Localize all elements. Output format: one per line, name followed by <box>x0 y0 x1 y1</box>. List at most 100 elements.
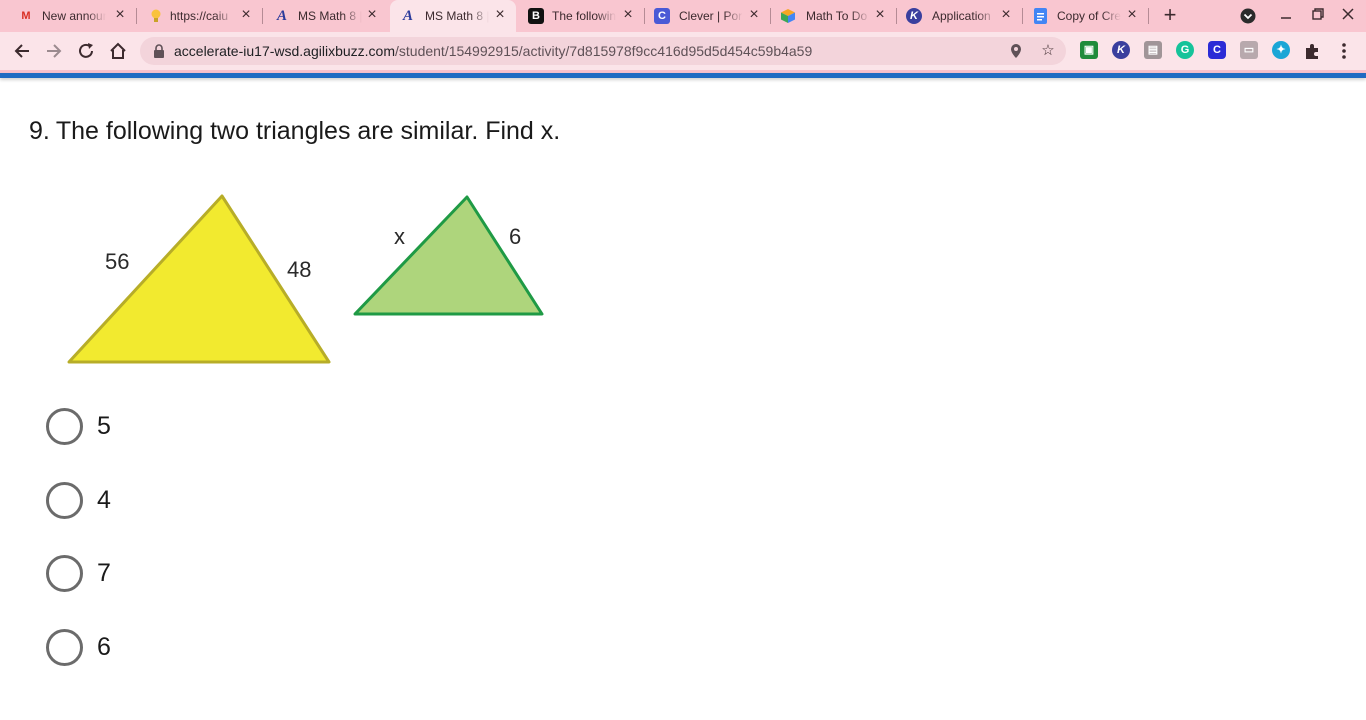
radio-button[interactable] <box>46 407 83 445</box>
tab-separator <box>1148 8 1149 24</box>
radio-button[interactable] <box>46 481 83 519</box>
browser-toolbar: accelerate-iu17-wsd.agilixbuzz.com/stude… <box>0 32 1366 70</box>
k-icon: K <box>906 8 922 24</box>
cube-icon <box>780 8 796 24</box>
back-button[interactable] <box>10 39 34 63</box>
answer-option[interactable]: 7 <box>46 554 111 592</box>
radio-button[interactable] <box>46 554 83 592</box>
lock-icon[interactable] <box>152 43 168 59</box>
small-triangle <box>353 195 544 316</box>
small-left-side-label: x <box>394 224 405 249</box>
tab-caiu[interactable]: https://caiu × <box>136 0 262 32</box>
header-accent-bar <box>0 73 1366 78</box>
question-number: 9. <box>29 117 50 145</box>
gmail-icon: M <box>21 10 31 22</box>
cast-extension-icon[interactable]: ▭ <box>1240 41 1258 59</box>
small-right-side-label: 6 <box>509 224 522 249</box>
address-bar[interactable]: accelerate-iu17-wsd.agilixbuzz.com/stude… <box>140 37 1066 65</box>
docs-icon <box>1032 8 1048 24</box>
option-label: 7 <box>97 558 111 587</box>
tab-title: New announ <box>42 9 106 23</box>
url-text[interactable]: accelerate-iu17-wsd.agilixbuzz.com/stude… <box>174 43 812 59</box>
tab-separator <box>896 8 897 24</box>
tab-title: Math To Do <box>806 9 868 23</box>
tab-title: The followin <box>552 9 616 23</box>
similar-triangles-figure: 56 48 x 6 <box>60 186 560 376</box>
option-label: 6 <box>97 632 111 661</box>
tab-title: MS Math 8 | <box>298 9 362 23</box>
question-prompt: 9. The following two triangles are simila… <box>29 117 560 146</box>
restore-button[interactable] <box>1308 6 1328 26</box>
close-icon[interactable]: × <box>238 7 254 23</box>
tab-separator <box>770 8 771 24</box>
radio-button[interactable] <box>46 628 83 666</box>
minimize-icon <box>1281 17 1291 19</box>
tab-brainly[interactable]: B The followin × <box>518 0 644 32</box>
tab-ms-math-1[interactable]: A MS Math 8 | × <box>264 0 388 32</box>
more-vert-icon <box>1342 43 1346 59</box>
tab-docs[interactable]: Copy of Cre × <box>1024 0 1148 32</box>
tab-clever[interactable]: C Clever | Por × <box>646 0 770 32</box>
grammarly-icon[interactable]: G <box>1176 41 1194 59</box>
close-icon[interactable]: × <box>492 7 508 23</box>
tab-math-to-do[interactable]: Math To Do × <box>772 0 896 32</box>
puzzle-icon <box>1306 44 1318 59</box>
agilix-icon: A <box>276 7 287 24</box>
large-right-side-label: 48 <box>287 257 312 282</box>
close-icon[interactable]: × <box>620 7 636 23</box>
clever-icon: C <box>654 8 670 24</box>
classroom-extension-icon[interactable]: ▣ <box>1080 41 1098 59</box>
close-icon[interactable]: × <box>746 7 762 23</box>
tab-strip: M New announ × https://caiu × A MS Math … <box>0 0 1366 32</box>
tab-separator <box>644 8 645 24</box>
ai-extension-icon[interactable]: ✦ <box>1272 41 1290 59</box>
extensions-button[interactable] <box>1300 39 1324 63</box>
answer-option[interactable]: 5 <box>46 407 111 445</box>
large-left-side-label: 56 <box>105 249 130 274</box>
lightbulb-icon <box>148 8 164 24</box>
close-icon[interactable]: × <box>364 7 380 23</box>
answer-option[interactable]: 6 <box>46 628 111 666</box>
close-icon[interactable]: × <box>1124 7 1140 23</box>
home-icon <box>110 42 126 59</box>
forward-button[interactable] <box>42 39 66 63</box>
close-icon[interactable]: × <box>112 7 128 23</box>
k-extension-icon[interactable]: K <box>1112 41 1130 59</box>
option-label: 5 <box>97 411 111 440</box>
close-icon <box>1342 8 1354 20</box>
tab-title: Copy of Cre <box>1057 9 1121 23</box>
close-icon[interactable]: × <box>998 7 1014 23</box>
question-text: The following two triangles are similar.… <box>55 117 561 145</box>
tab-gmail[interactable]: M New announ × <box>0 0 136 32</box>
reload-button[interactable] <box>74 39 98 63</box>
close-icon[interactable]: × <box>872 7 888 23</box>
tab-separator <box>262 8 263 24</box>
back-arrow-icon <box>14 44 29 58</box>
brainly-icon: B <box>528 8 544 24</box>
tab-search-button[interactable] <box>1238 6 1258 26</box>
c-extension-icon[interactable]: C <box>1208 41 1226 59</box>
agilix-icon: A <box>402 7 413 24</box>
answer-option[interactable]: 4 <box>46 481 111 519</box>
home-button[interactable] <box>106 39 130 63</box>
reload-icon <box>79 43 93 58</box>
tab-title: Application <box>932 9 991 23</box>
url-path: /student/154992915/activity/7d815978f9cc… <box>395 43 813 59</box>
bookmark-star-icon[interactable]: ☆ <box>1038 41 1058 61</box>
location-icon[interactable] <box>1006 41 1026 61</box>
tab-title: MS Math 8 | <box>425 9 489 23</box>
forward-arrow-icon <box>47 44 62 58</box>
minimize-button[interactable] <box>1276 6 1296 26</box>
chevron-down-icon <box>1240 8 1256 24</box>
tab-application[interactable]: K Application × <box>898 0 1022 32</box>
option-label: 4 <box>97 485 111 514</box>
copy-extension-icon[interactable]: ▤ <box>1144 41 1162 59</box>
new-tab-button[interactable]: + <box>1160 4 1180 26</box>
tab-separator <box>1022 8 1023 24</box>
tab-ms-math-active[interactable]: A MS Math 8 | × <box>390 0 516 32</box>
menu-button[interactable] <box>1332 39 1356 63</box>
tab-title: Clever | Por <box>679 9 743 23</box>
close-window-button[interactable] <box>1338 6 1358 26</box>
tab-title: https://caiu <box>170 9 229 23</box>
url-domain: accelerate-iu17-wsd.agilixbuzz.com <box>174 43 395 59</box>
